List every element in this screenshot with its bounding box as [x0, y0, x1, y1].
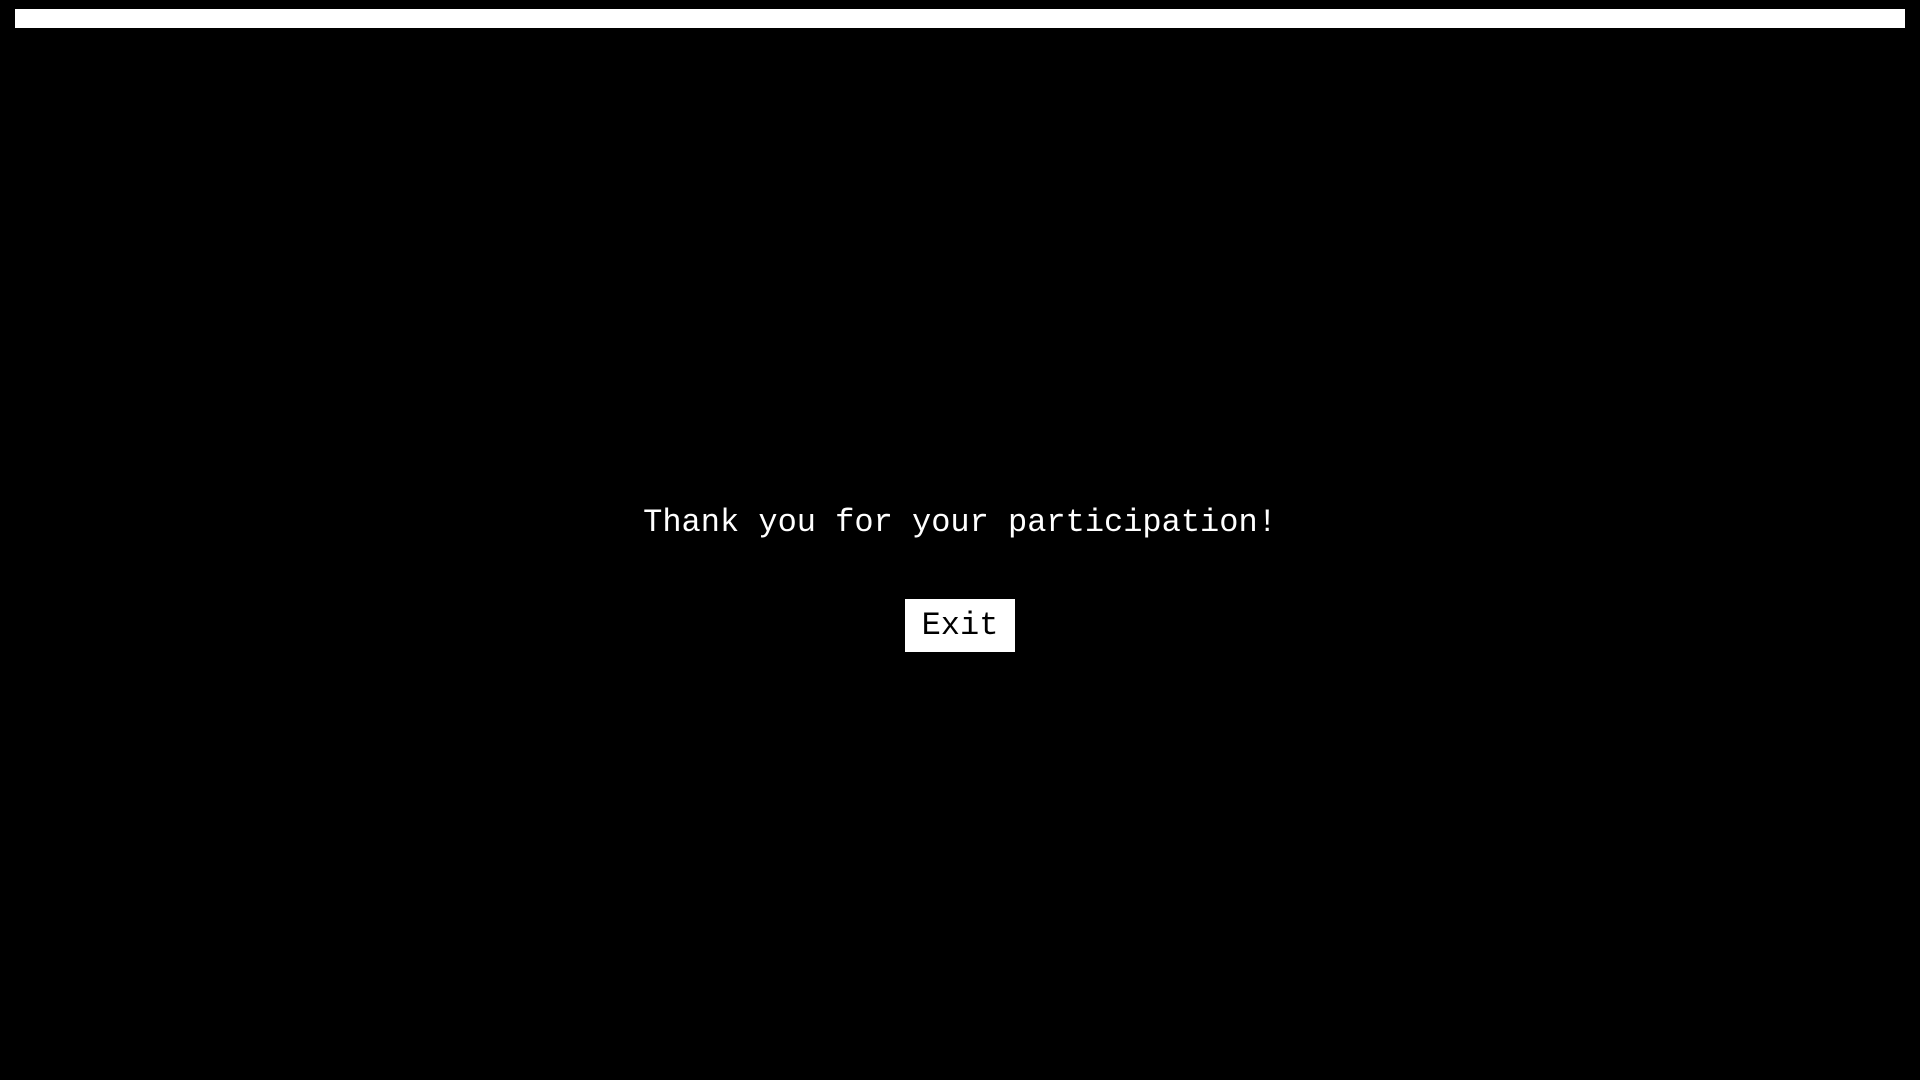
progress-bar-fill	[15, 9, 1905, 28]
exit-button[interactable]: Exit	[905, 599, 1015, 652]
experiment-end-screen: Thank you for your participation! Exit	[0, 0, 1920, 1080]
thank-you-message: Thank you for your participation!	[643, 504, 1277, 541]
progress-bar	[15, 9, 1905, 28]
